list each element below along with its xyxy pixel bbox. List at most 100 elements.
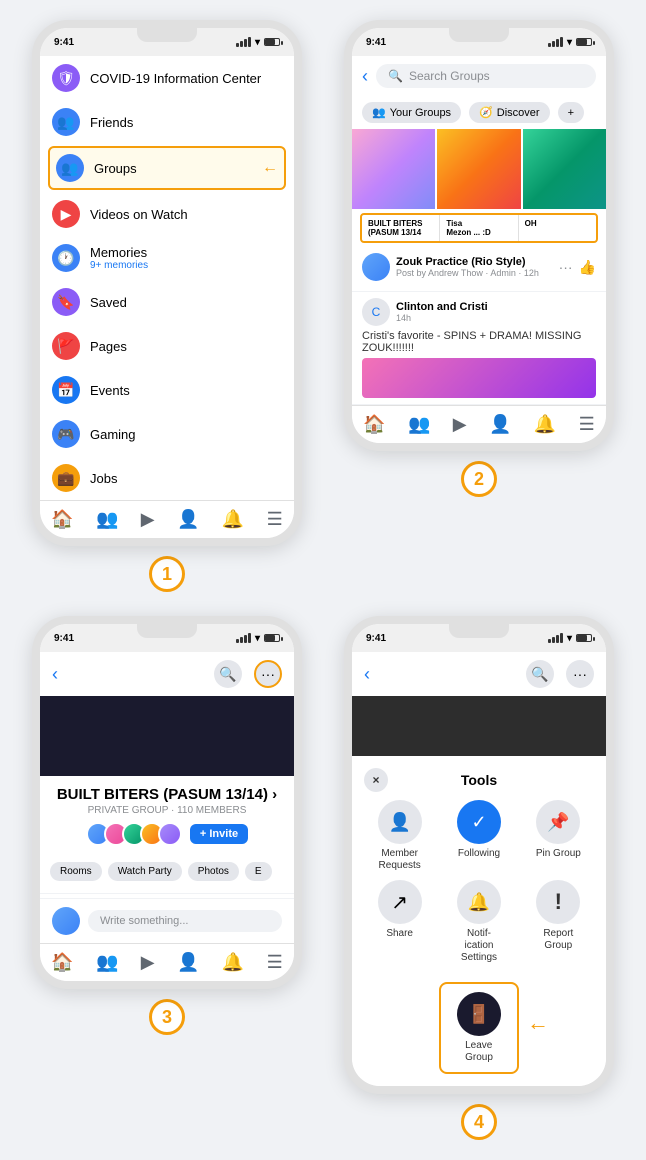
nav-home-2[interactable]: 🏠 <box>363 414 385 435</box>
nav-bell-3[interactable]: 🔔 <box>222 952 244 973</box>
signal-icon <box>236 37 251 47</box>
menu-item-groups[interactable]: 👥 Groups ← <box>48 146 286 190</box>
close-tools-button[interactable]: × <box>364 768 388 792</box>
menu-item-videos[interactable]: ▶ Videos on Watch <box>40 192 294 236</box>
menu-item-jobs[interactable]: 💼 Jobs <box>40 456 294 500</box>
post-2: C Clinton and Cristi 14h Cristi's favori… <box>352 292 606 405</box>
nav-people[interactable]: 👥 <box>96 509 118 530</box>
write-input-3[interactable]: Write something... <box>88 910 282 932</box>
tool-notification-settings[interactable]: 🔔 Notif-icationSettings <box>443 880 514 964</box>
nav-video-2[interactable]: ▶ <box>453 414 467 435</box>
following-icon: ✓ <box>457 800 501 844</box>
phone-4-wrap: 9:41 ▾ ‹ 🔍 ··· × <box>335 616 623 1140</box>
friends-icon: 👥 <box>52 108 80 136</box>
nav-bell-2[interactable]: 🔔 <box>534 414 556 435</box>
menu-item-covid[interactable]: 🛡 COVID-19 Information Center <box>40 56 294 100</box>
nav-profile[interactable]: 👤 <box>177 509 199 530</box>
thumb-up-icon[interactable]: 👍 <box>579 259 596 276</box>
tool-following[interactable]: ✓ Following <box>443 800 514 872</box>
videos-label: Videos on Watch <box>90 207 188 222</box>
tool-share[interactable]: ↗ Share <box>364 880 435 964</box>
search-placeholder-2: Search Groups <box>409 69 490 83</box>
phone-3-notch: 9:41 ▾ <box>40 624 294 652</box>
tab-watch-party[interactable]: Watch Party <box>108 862 182 881</box>
menu-item-saved[interactable]: 🔖 Saved <box>40 280 294 324</box>
group-cover-4 <box>352 696 606 756</box>
back-button-4[interactable]: ‹ <box>364 664 370 685</box>
tab-rooms[interactable]: Rooms <box>50 862 102 881</box>
tool-member-requests[interactable]: 👤 MemberRequests <box>364 800 435 872</box>
tab-discover[interactable]: 🧭 Discover <box>469 102 550 123</box>
tab-plus[interactable]: + <box>558 102 584 123</box>
nav-video-3[interactable]: ▶ <box>141 952 155 973</box>
signal-icon-4 <box>548 633 563 643</box>
nav-menu[interactable]: ☰ <box>267 509 283 530</box>
phone-4-notch: 9:41 ▾ <box>352 624 606 652</box>
more-button-3[interactable]: ··· <box>254 660 282 688</box>
group-cell-2[interactable]: TisaMezon ... :D <box>440 215 518 241</box>
post-2-name: Clinton and Cristi <box>396 301 596 313</box>
menu-item-events[interactable]: 📅 Events <box>40 368 294 412</box>
step-number-2: 2 <box>461 461 497 497</box>
post-1-dots[interactable]: ··· <box>559 259 573 275</box>
tab-more[interactable]: E <box>245 862 272 881</box>
wifi-icon-3: ▾ <box>255 633 260 644</box>
group-cell-1[interactable]: BUILT BITERS(PASUM 13/14 <box>362 215 440 241</box>
leave-group-button[interactable]: 🚪 LeaveGroup <box>439 982 519 1074</box>
search-button-4[interactable]: 🔍 <box>526 660 554 688</box>
step-number-3: 3 <box>149 999 185 1035</box>
search-icon-2: 🔍 <box>388 69 403 83</box>
tool-report-group[interactable]: ! ReportGroup <box>523 880 594 964</box>
write-avatar-3 <box>52 907 80 935</box>
notch-bump-4 <box>449 624 509 638</box>
nav-bell[interactable]: 🔔 <box>222 509 244 530</box>
zouk-image <box>362 358 596 398</box>
menu-item-gaming[interactable]: 🎮 Gaming <box>40 412 294 456</box>
notch-bump <box>137 28 197 42</box>
report-icon: ! <box>536 880 580 924</box>
back-button-3[interactable]: ‹ <box>52 664 58 685</box>
memories-sub: 9+ memories <box>90 260 148 271</box>
memories-icon: 🕐 <box>52 244 80 272</box>
post-1: Zouk Practice (Rio Style) Post by Andrew… <box>352 247 606 292</box>
post-1-avatar <box>362 253 390 281</box>
highlighted-groups-row: BUILT BITERS(PASUM 13/14 TisaMezon ... :… <box>360 213 598 243</box>
tab-photos[interactable]: Photos <box>188 862 239 881</box>
nav-profile-2[interactable]: 👤 <box>489 414 511 435</box>
nav-home-3[interactable]: 🏠 <box>51 952 73 973</box>
back-button-2[interactable]: ‹ <box>362 66 368 87</box>
tab-your-groups-icon: 👥 <box>372 106 386 119</box>
menu-item-pages[interactable]: 🚩 Pages <box>40 324 294 368</box>
nav-menu-3[interactable]: ☰ <box>267 952 283 973</box>
battery-icon <box>264 38 280 46</box>
phone-4-action-icons: 🔍 ··· <box>526 660 594 688</box>
menu-item-memories[interactable]: 🕐 Memories 9+ memories <box>40 236 294 280</box>
phone-2-header: ‹ 🔍 Search Groups <box>352 56 606 96</box>
phone-4-header: ‹ 🔍 ··· <box>352 652 606 696</box>
tab-your-groups[interactable]: 👥 Your Groups <box>362 102 461 123</box>
tool-pin-group[interactable]: 📌 Pin Group <box>523 800 594 872</box>
post-2-sub: 14h <box>396 313 596 323</box>
menu-item-friends[interactable]: 👥 Friends <box>40 100 294 144</box>
signal-icon-2 <box>548 37 563 47</box>
groups-arrow: ← <box>262 159 278 177</box>
nav-profile-3[interactable]: 👤 <box>177 952 199 973</box>
divider-3 <box>40 893 294 894</box>
nav-video[interactable]: ▶ <box>141 509 155 530</box>
nav-menu-2[interactable]: ☰ <box>579 414 595 435</box>
invite-button[interactable]: + Invite <box>190 824 248 844</box>
nav-people-3[interactable]: 👥 <box>96 952 118 973</box>
group-cell-3[interactable]: OH <box>519 215 596 241</box>
search-bar-2[interactable]: 🔍 Search Groups <box>376 64 596 88</box>
search-button-3[interactable]: 🔍 <box>214 660 242 688</box>
leave-arrow-icon: ← <box>519 1010 549 1036</box>
post-1-meta: Zouk Practice (Rio Style) Post by Andrew… <box>396 256 553 278</box>
nav-people-2[interactable]: 👥 <box>408 414 430 435</box>
jobs-icon: 💼 <box>52 464 80 492</box>
phone-1: 9:41 ▾ 🛡 COVID-19 Information Center <box>32 20 302 546</box>
more-button-4[interactable]: ··· <box>566 660 594 688</box>
nav-home[interactable]: 🏠 <box>51 509 73 530</box>
member-avatars-3: + Invite <box>52 822 282 846</box>
phone-3-action-icons: 🔍 ··· <box>214 660 282 688</box>
post-2-avatar: C <box>362 298 390 326</box>
